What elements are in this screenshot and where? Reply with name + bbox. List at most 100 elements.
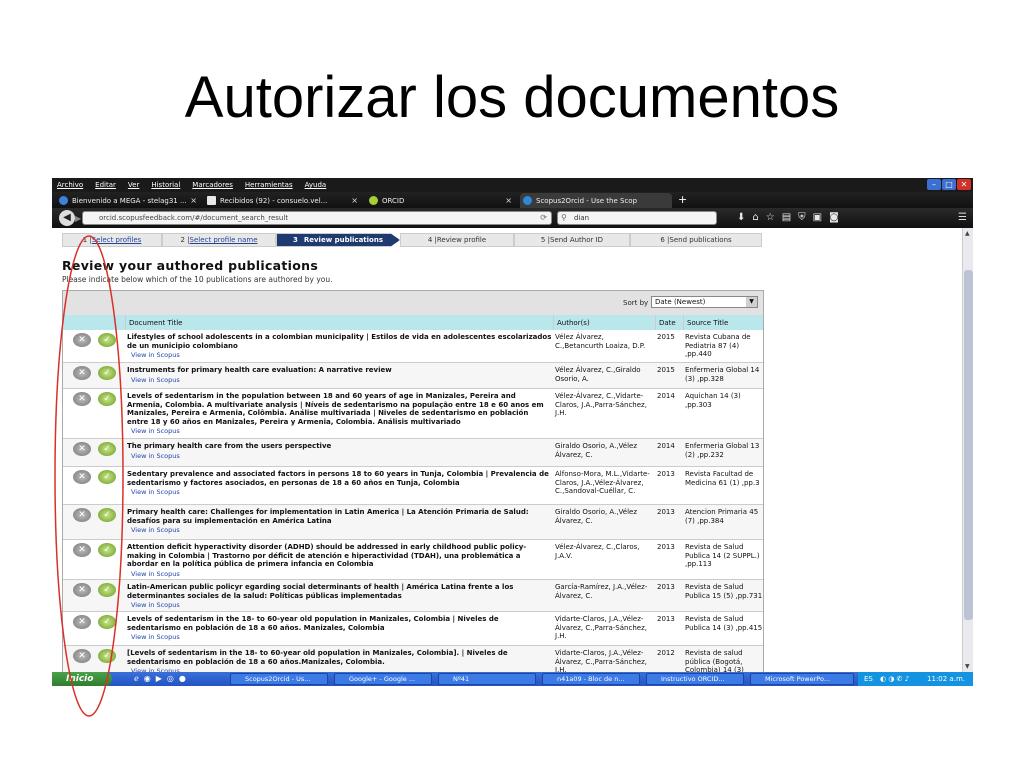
back-arrow-icon[interactable]: ◀ — [59, 210, 75, 226]
accept-check-icon[interactable]: ✓ — [98, 649, 116, 663]
hamburger-menu-icon[interactable]: ☰ — [958, 212, 967, 223]
task-bloc-de-notas[interactable]: n41a09 - Bloc de n... — [542, 673, 640, 685]
menu-editar[interactable]: Editar — [95, 181, 116, 189]
language-indicator[interactable]: ES — [864, 672, 873, 686]
col-date[interactable]: Date — [659, 319, 676, 327]
reject-x-icon[interactable]: ✕ — [73, 470, 91, 484]
accept-check-icon[interactable]: ✓ — [98, 583, 116, 597]
tab-orcid[interactable]: ORCID × — [366, 193, 516, 208]
scrollbar-thumb[interactable] — [964, 270, 973, 620]
home-icon[interactable]: ⌂ — [752, 212, 758, 223]
media-icon[interactable]: ▶ — [156, 674, 162, 683]
task-instructivo-orcid[interactable]: Instructivo ORCID... — [646, 673, 744, 685]
forward-arrow-icon[interactable]: ▶ — [75, 214, 81, 223]
minimize-icon[interactable]: – — [927, 179, 941, 190]
bookmarks-icon[interactable]: ▤ — [782, 212, 791, 223]
download-icon[interactable]: ⬇ — [737, 212, 745, 223]
menu-historial[interactable]: Historial — [151, 181, 180, 189]
step-select-profiles[interactable]: 1 | Select profiles — [62, 233, 162, 247]
search-input[interactable]: ⚲ dian — [557, 211, 717, 225]
accept-check-icon[interactable]: ✓ — [98, 333, 116, 347]
step-send-publications[interactable]: 6 | Send publications — [630, 233, 762, 247]
outlook-icon[interactable]: ◉ — [144, 674, 151, 683]
reject-x-icon[interactable]: ✕ — [73, 583, 91, 597]
view-in-scopus-link[interactable]: View in Scopus — [131, 427, 552, 436]
view-in-scopus-link[interactable]: View in Scopus — [131, 526, 552, 535]
bookmark-star-icon[interactable]: ☆ — [766, 212, 775, 223]
task-google-plus[interactable]: Google+ - Google ... — [334, 673, 432, 685]
accept-check-icon[interactable]: ✓ — [98, 442, 116, 456]
reject-x-icon[interactable]: ✕ — [73, 508, 91, 522]
view-in-scopus-link[interactable]: View in Scopus — [131, 601, 552, 610]
close-tab-icon[interactable]: × — [190, 196, 197, 205]
document-title: The primary health care from the users p… — [127, 442, 552, 460]
title-text: Levels of sedentarism in the 18- to 60-y… — [127, 615, 499, 632]
ie-icon[interactable]: ℯ — [134, 674, 139, 683]
accept-check-icon[interactable]: ✓ — [98, 366, 116, 380]
menu-marcadores[interactable]: Marcadores — [192, 181, 233, 189]
close-window-icon[interactable]: ✕ — [957, 179, 971, 190]
screenshot-icon[interactable]: ▣ — [813, 212, 822, 223]
reject-x-icon[interactable]: ✕ — [73, 615, 91, 629]
slide-title: Autorizar los documentos — [184, 65, 840, 130]
step-select-profile-name[interactable]: 2 | Select profile name — [162, 233, 276, 247]
view-in-scopus-link[interactable]: View in Scopus — [131, 376, 552, 385]
new-tab-button[interactable]: + — [678, 193, 687, 206]
menu-archivo[interactable]: Archivo — [57, 181, 83, 189]
authors: Vélez-Álvarez, C.,Claros, J.A.V. — [555, 543, 640, 560]
view-in-scopus-link[interactable]: View in Scopus — [131, 351, 552, 360]
view-in-scopus-link[interactable]: View in Scopus — [131, 633, 552, 642]
date: 2015 — [657, 333, 675, 341]
task-powerpoint[interactable]: Microsoft PowerPo... — [750, 673, 854, 685]
scroll-down-icon[interactable]: ▼ — [965, 663, 970, 670]
accept-check-icon[interactable]: ✓ — [98, 543, 116, 557]
firefox-icon[interactable]: ● — [179, 674, 186, 683]
table-row: ✕ ✓ Attention deficit hyperactivity diso… — [63, 540, 763, 580]
step-review-publications[interactable]: 3 Review publications — [276, 233, 400, 247]
chrome-icon[interactable]: ◎ — [167, 674, 174, 683]
vertical-scrollbar[interactable]: ▲ ▼ — [962, 228, 973, 672]
accept-check-icon[interactable]: ✓ — [98, 508, 116, 522]
title-text: Lifestyles of school adolescents in a co… — [127, 333, 552, 350]
col-authors[interactable]: Author(s) — [557, 319, 590, 327]
menu-ayuda[interactable]: Ayuda — [305, 181, 327, 189]
toolbar-icons: ⬇ ⌂ ☆ ▤ ⛨ ▣ ◙ — [737, 212, 839, 223]
start-button[interactable]: Inicio — [52, 672, 112, 686]
review-instructions: Please indicate below which of the 10 pu… — [62, 275, 333, 284]
step-review-profile[interactable]: 4 | Review profile — [400, 233, 514, 247]
menu-herramientas[interactable]: Herramientas — [245, 181, 293, 189]
shield-icon[interactable]: ⛨ — [798, 212, 806, 223]
sort-select[interactable]: Date (Newest) ▼ — [651, 296, 758, 308]
accept-check-icon[interactable]: ✓ — [98, 615, 116, 629]
scroll-up-icon[interactable]: ▲ — [965, 230, 970, 237]
view-in-scopus-link[interactable]: View in Scopus — [131, 488, 552, 497]
tab-mega[interactable]: Bienvenido a MEGA - stelag31 ... × — [56, 193, 201, 208]
reject-x-icon[interactable]: ✕ — [73, 442, 91, 456]
accept-check-icon[interactable]: ✓ — [98, 392, 116, 406]
close-tab-icon[interactable]: × — [505, 196, 512, 205]
tab-recibidos[interactable]: Recibidos (92) - consuelo.vel... × — [204, 193, 362, 208]
view-in-scopus-link[interactable]: View in Scopus — [131, 452, 552, 461]
chat-icon[interactable]: ◙ — [829, 212, 839, 223]
maximize-icon[interactable]: □ — [942, 179, 956, 190]
accept-check-icon[interactable]: ✓ — [98, 470, 116, 484]
address-bar[interactable]: orcid.scopusfeedback.com/#/document_sear… — [82, 211, 552, 225]
close-tab-icon[interactable]: × — [351, 196, 358, 205]
col-source-title[interactable]: Source Title — [687, 319, 728, 327]
view-in-scopus-link[interactable]: View in Scopus — [131, 570, 552, 579]
reject-x-icon[interactable]: ✕ — [73, 543, 91, 557]
tab-scopus2orcid[interactable]: Scopus2Orcid - Use the Scop — [520, 193, 672, 208]
reject-x-icon[interactable]: ✕ — [73, 366, 91, 380]
orcid-icon — [369, 196, 378, 205]
reload-icon[interactable]: ⟳ — [540, 212, 547, 224]
task-n41[interactable]: Nº41 — [438, 673, 536, 685]
navigation-bar: ◀ ▶ orcid.scopusfeedback.com/#/document_… — [52, 208, 973, 228]
col-document-title[interactable]: Document Title — [129, 319, 183, 327]
tray-icons[interactable]: ◐ ◑ ✆ ♪ — [880, 672, 909, 686]
menu-ver[interactable]: Ver — [128, 181, 139, 189]
task-scopus2orcid[interactable]: Scopus2Orcid - Us... — [230, 673, 328, 685]
step-send-author-id[interactable]: 5 | Send Author ID — [514, 233, 630, 247]
reject-x-icon[interactable]: ✕ — [73, 649, 91, 663]
reject-x-icon[interactable]: ✕ — [73, 392, 91, 406]
reject-x-icon[interactable]: ✕ — [73, 333, 91, 347]
